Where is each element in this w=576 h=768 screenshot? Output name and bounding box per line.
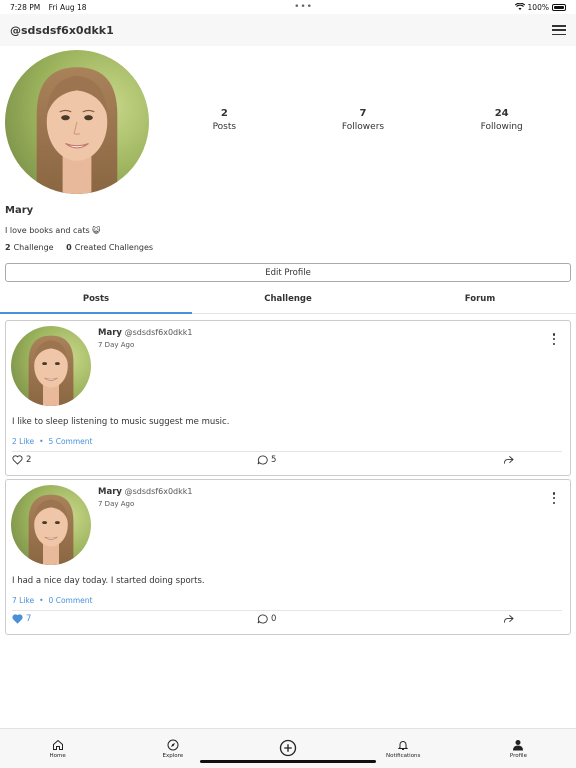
post-engagement: 7 Like • 0 Comment <box>12 596 92 605</box>
post-author-handle[interactable]: @sdsdsf6x0dkk1 <box>125 328 193 337</box>
tab-posts[interactable]: Posts <box>0 288 192 314</box>
tab-forum[interactable]: Forum <box>384 288 576 313</box>
share-button[interactable] <box>503 614 514 624</box>
challenge-count: 2 <box>5 243 11 252</box>
compass-icon <box>167 739 179 750</box>
heart-icon <box>12 455 23 465</box>
like-count: 2 <box>26 455 32 465</box>
profile-header: @sdsdsf6x0dkk1 <box>0 14 576 46</box>
profile-name: Mary <box>5 205 34 216</box>
home-indicator <box>200 759 376 763</box>
stat-value: 7 <box>359 108 367 119</box>
like-button[interactable]: 7 <box>12 614 31 624</box>
comments-link[interactable]: 5 Comment <box>49 437 93 446</box>
post-card: Mary @sdsdsf6x0dkk1 7 Day Ago I like to … <box>5 320 571 476</box>
stat-followers[interactable]: 7 Followers <box>294 108 433 132</box>
stat-value: 2 <box>220 108 228 119</box>
status-bar: 7:28 PM Fri Aug 18 ••• 100% <box>0 0 576 14</box>
status-date: Fri Aug 18 <box>48 2 87 12</box>
post-meta: Mary @sdsdsf6x0dkk1 7 Day Ago <box>98 328 192 349</box>
profile-stats: 2 Posts 7 Followers 24 Following <box>155 108 571 132</box>
post-avatar[interactable] <box>11 485 91 565</box>
comment-count: 0 <box>271 614 277 624</box>
share-button[interactable] <box>503 455 514 465</box>
stat-posts[interactable]: 2 Posts <box>155 108 294 132</box>
like-button[interactable]: 2 <box>12 455 31 465</box>
battery-percent: 100% <box>527 2 549 12</box>
post-actions: 7 0 <box>12 614 562 630</box>
engagement-separator: • <box>39 596 44 605</box>
stat-label: Followers <box>341 122 385 132</box>
share-icon <box>503 456 514 464</box>
post-author-name[interactable]: Mary <box>98 487 122 497</box>
comment-button[interactable]: 0 <box>257 614 276 624</box>
stat-following[interactable]: 24 Following <box>432 108 571 132</box>
nav-label: Notifications <box>385 752 421 759</box>
bell-icon <box>397 740 409 750</box>
post-author-handle[interactable]: @sdsdsf6x0dkk1 <box>125 487 193 496</box>
post-card: Mary @sdsdsf6x0dkk1 7 Day Ago I had a ni… <box>5 479 571 635</box>
challenge-label: Challenge <box>13 243 54 252</box>
post-divider <box>12 610 562 611</box>
stat-label: Following <box>480 122 523 132</box>
comment-count: 5 <box>271 455 277 465</box>
stat-value: 24 <box>494 108 509 119</box>
nav-home[interactable]: Home <box>0 729 115 768</box>
post-content: I like to sleep listening to music sugge… <box>12 417 230 427</box>
profile-tabs: Posts Challenge Forum <box>0 288 576 314</box>
like-count: 7 <box>26 614 32 624</box>
created-count: 0 <box>66 243 72 252</box>
post-actions: 2 5 <box>12 455 562 471</box>
tab-challenge[interactable]: Challenge <box>192 288 384 313</box>
wifi-icon <box>514 3 525 10</box>
home-icon <box>52 739 63 750</box>
share-icon <box>503 615 514 623</box>
comment-icon <box>257 455 268 465</box>
nav-profile[interactable]: Profile <box>461 729 576 768</box>
person-icon <box>513 739 524 750</box>
post-engagement: 2 Like • 5 Comment <box>12 437 92 446</box>
heart-filled-icon <box>12 614 23 624</box>
post-content: I had a nice day today. I started doing … <box>12 576 205 586</box>
nav-label: Profile <box>509 752 527 759</box>
engagement-separator: • <box>39 437 44 446</box>
challenge-counts: 2 Challenge 0 Created Challenges <box>5 243 153 252</box>
created-label: Created Challenges <box>74 243 154 252</box>
more-options-icon[interactable] <box>552 492 556 504</box>
post-time: 7 Day Ago <box>98 500 135 508</box>
post-author-name[interactable]: Mary <box>98 328 122 338</box>
post-divider <box>12 451 562 452</box>
comment-button[interactable]: 5 <box>257 455 276 465</box>
likes-link[interactable]: 7 Like <box>12 596 34 605</box>
profile-bio: I love books and cats 😺 <box>5 226 101 235</box>
comments-link[interactable]: 0 Comment <box>49 596 93 605</box>
battery-icon <box>551 3 566 11</box>
post-meta: Mary @sdsdsf6x0dkk1 7 Day Ago <box>98 487 192 508</box>
more-options-icon[interactable] <box>552 333 556 345</box>
nav-label: Explore <box>162 752 184 759</box>
comment-icon <box>257 614 268 624</box>
multitask-dots-icon: ••• <box>294 2 313 12</box>
likes-link[interactable]: 2 Like <box>12 437 34 446</box>
profile-avatar[interactable] <box>5 50 149 194</box>
post-avatar[interactable] <box>11 326 91 406</box>
header-username: @sdsdsf6x0dkk1 <box>10 23 114 37</box>
post-time: 7 Day Ago <box>98 341 135 349</box>
status-time: 7:28 PM <box>10 2 41 12</box>
plus-circle-icon <box>279 739 297 756</box>
nav-label: Home <box>49 752 66 759</box>
hamburger-icon[interactable] <box>552 25 566 35</box>
edit-profile-button[interactable]: Edit Profile <box>5 263 571 282</box>
stat-label: Posts <box>212 122 237 132</box>
